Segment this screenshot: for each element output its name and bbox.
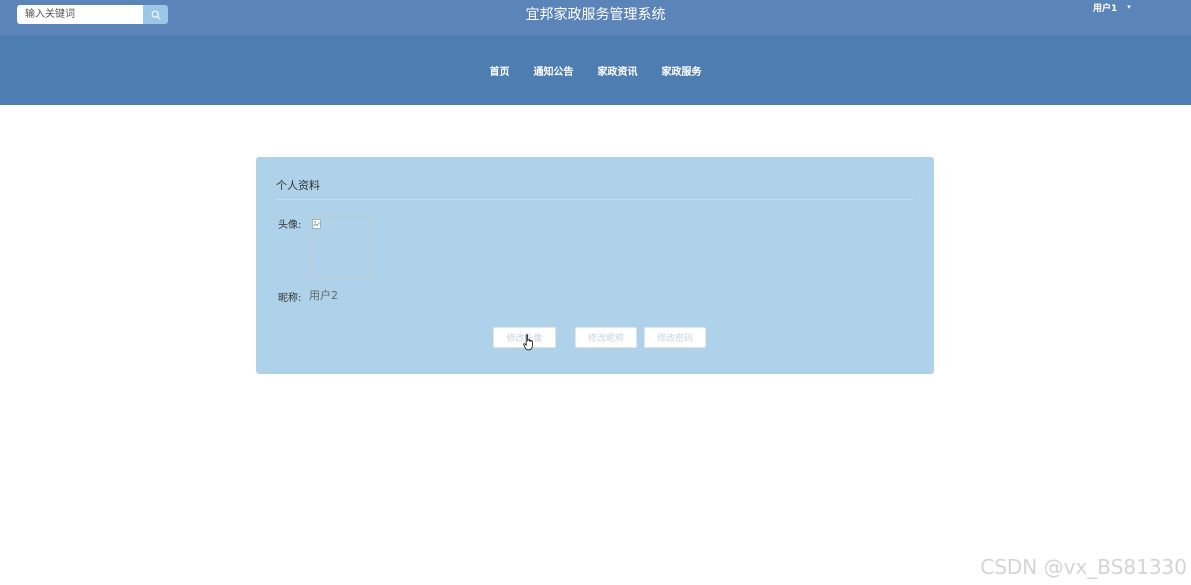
nickname-value: 用户2: [309, 289, 338, 302]
divider: [276, 199, 914, 200]
caret-down-icon: ▾: [1127, 3, 1131, 11]
change-nickname-button[interactable]: 修改昵称: [575, 327, 637, 348]
main-nav-bar: 首页 通知公告 家政资讯 家政服务: [0, 35, 1191, 105]
nickname-label: 昵称:: [278, 293, 302, 304]
profile-title: 个人资料: [276, 179, 320, 192]
broken-image-icon: [312, 219, 321, 229]
site-title: 宜邦家政服务管理系统: [525, 7, 666, 23]
user-name: 用户1: [1093, 3, 1118, 14]
hand-cursor-icon: [523, 334, 533, 351]
change-password-button[interactable]: 修改密码: [644, 327, 706, 348]
watermark: CSDN @vx_BS81330: [980, 555, 1187, 579]
top-header-bar: 宜邦家政服务管理系统 用户1 ▾: [0, 0, 1191, 35]
profile-card: 个人资料 头像: 昵称: 用户2 修改头像 修改昵称 修改密码: [256, 157, 934, 374]
nav-item-news[interactable]: 家政资讯: [598, 63, 638, 78]
nav-menu: 首页 通知公告 家政资讯 家政服务: [0, 35, 1191, 105]
nav-item-services[interactable]: 家政服务: [662, 63, 702, 78]
avatar-label: 头像:: [278, 220, 302, 231]
nav-item-notices[interactable]: 通知公告: [534, 63, 574, 78]
nav-item-home[interactable]: 首页: [490, 63, 510, 78]
avatar: [309, 216, 371, 278]
user-menu[interactable]: 用户1 ▾: [1093, 0, 1131, 14]
